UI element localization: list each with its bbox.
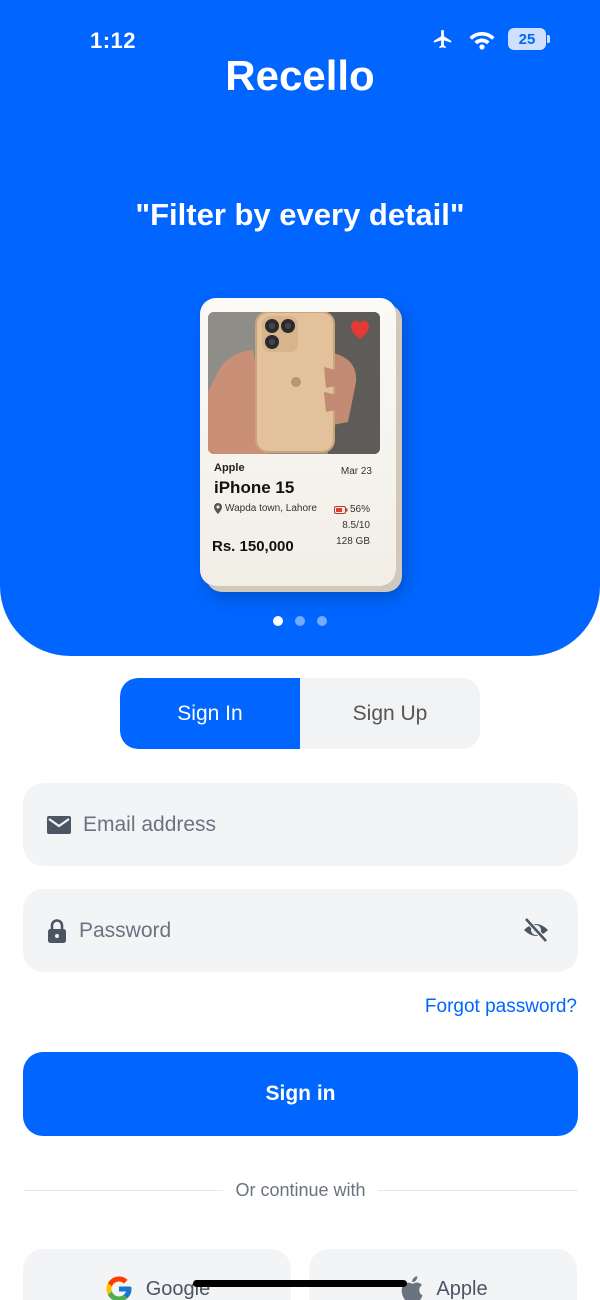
sign-in-button[interactable]: Sign in [23, 1052, 578, 1136]
card-battery-health: 56% [333, 504, 370, 515]
password-field-container [23, 889, 578, 972]
divider-text: Or continue with [235, 1180, 366, 1200]
divider-line-right [377, 1190, 578, 1191]
home-indicator[interactable] [193, 1280, 407, 1287]
email-field-container [23, 783, 578, 866]
auth-mode-toggle: Sign In Sign Up [120, 678, 480, 749]
favorite-heart-icon [350, 320, 370, 339]
tab-sign-in[interactable]: Sign In [120, 678, 300, 749]
apple-label: Apple [436, 1277, 488, 1300]
battery-icon: 25 [508, 28, 550, 50]
card-model: iPhone 15 [214, 478, 295, 497]
card-storage: 128 GB [336, 536, 370, 547]
lock-icon [48, 918, 66, 943]
eye-off-icon[interactable] [522, 917, 550, 943]
carousel-dots [0, 616, 600, 626]
carousel-dot-1[interactable] [273, 616, 283, 626]
mail-icon [47, 815, 71, 834]
card-location: Wapda town, Lahore [214, 503, 317, 514]
status-icons: 25 [430, 28, 550, 50]
or-divider: Or continue with [23, 1180, 578, 1201]
password-input[interactable] [79, 918, 479, 943]
listing-card-illustration: Apple Mar 23 iPhone 15 Wapda town, Lahor… [200, 298, 396, 586]
google-logo-icon [106, 1276, 132, 1300]
apple-sign-in-button[interactable]: Apple [309, 1249, 577, 1300]
location-pin-icon [214, 503, 222, 514]
card-battery-text: 56% [349, 504, 370, 515]
airplane-mode-icon [433, 29, 452, 49]
wifi-icon [469, 32, 495, 50]
carousel-dot-2[interactable] [295, 616, 305, 626]
card-condition: 8.5/10 [342, 520, 370, 531]
card-location-text: Wapda town, Lahore [225, 503, 317, 514]
apple-logo-icon [402, 1276, 423, 1300]
battery-small-icon [333, 505, 348, 514]
carousel-dot-3[interactable] [317, 616, 327, 626]
status-time: 1:12 [90, 28, 137, 53]
card-brand: Apple [214, 462, 245, 474]
battery-level: 25 [518, 30, 536, 48]
divider-line-left [23, 1190, 224, 1191]
hero-banner: 1:12 25 Recello "Filter by every detail" [0, 0, 600, 656]
app-title: Recello [225, 52, 375, 99]
forgot-password-link[interactable]: Forgot password? [425, 996, 577, 1018]
tab-sign-up[interactable]: Sign Up [300, 678, 480, 749]
google-sign-in-button[interactable]: Google [23, 1249, 291, 1300]
email-input[interactable] [83, 812, 483, 837]
tagline: "Filter by every detail" [135, 197, 465, 232]
card-price: Rs. 150,000 [212, 538, 294, 555]
card-date: Mar 23 [340, 466, 372, 477]
